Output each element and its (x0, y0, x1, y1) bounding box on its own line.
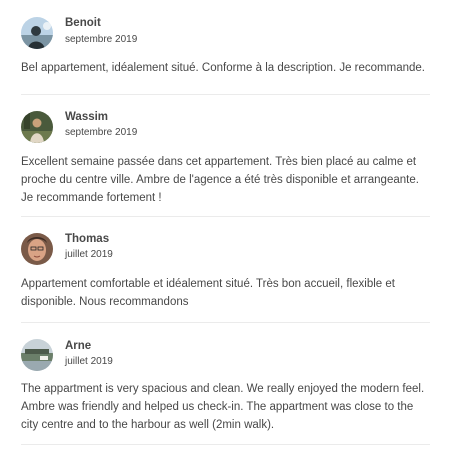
review-text: Excellent semaine passée dans cet appart… (21, 156, 419, 204)
review-text: Bel appartement, idéalement situé. Confo… (21, 62, 425, 74)
review-date: septembre 2019 (65, 34, 138, 45)
reviewer-name[interactable]: Wassim (65, 111, 108, 123)
review-date: septembre 2019 (65, 127, 138, 138)
avatar-photo-icon (21, 17, 53, 49)
review-divider (21, 216, 430, 217)
reviewer-avatar[interactable] (21, 111, 53, 143)
reviewer-avatar[interactable] (21, 233, 53, 265)
review-divider (21, 322, 430, 323)
review-date: juillet 2019 (65, 356, 113, 367)
reviewer-name[interactable]: Arne (65, 340, 91, 352)
reviewer-name[interactable]: Thomas (65, 233, 109, 245)
avatar-photo-icon (21, 111, 53, 143)
review-text: The appartment is very spacious and clea… (21, 383, 425, 431)
reviews-list: Benoit septembre 2019 Bel appartement, i… (0, 0, 450, 450)
review-date: juillet 2019 (65, 249, 113, 260)
avatar-photo-icon (21, 339, 53, 371)
review-divider (21, 94, 430, 95)
review-text: Appartement comfortable et idéalement si… (21, 278, 395, 308)
review-divider (21, 444, 430, 445)
reviewer-name[interactable]: Benoit (65, 17, 101, 29)
avatar-photo-icon (21, 233, 53, 265)
reviewer-avatar[interactable] (21, 17, 53, 49)
reviewer-avatar[interactable] (21, 339, 53, 371)
